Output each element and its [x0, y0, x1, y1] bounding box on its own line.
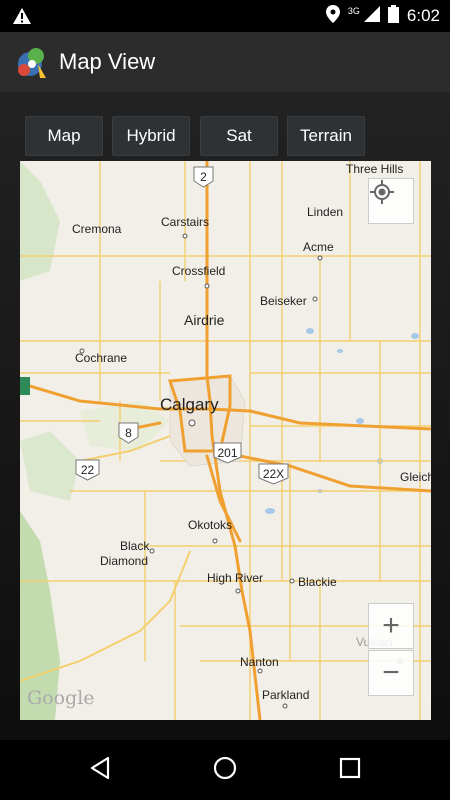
- map-view[interactable]: 2 8 22 201 22X Three Hills Linden Cremon…: [20, 161, 431, 720]
- highway-22x-label: 22X: [263, 467, 284, 481]
- highway-8-label: 8: [125, 426, 132, 440]
- app-logo-icon: [12, 42, 52, 87]
- place-parkland: Parkland: [262, 688, 310, 702]
- app-title: Map View: [59, 49, 156, 74]
- place-three-hills: Three Hills: [346, 162, 404, 176]
- navigation-bar: [0, 740, 450, 800]
- place-linden: Linden: [307, 205, 344, 219]
- hybrid-button[interactable]: Hybrid: [112, 116, 190, 156]
- terrain-button[interactable]: Terrain: [287, 116, 365, 156]
- my-location-button[interactable]: [368, 178, 414, 224]
- place-black-diamond-line1: Black: [120, 539, 150, 553]
- back-icon: [89, 756, 111, 785]
- place-okotoks: Okotoks: [188, 518, 233, 532]
- sat-button[interactable]: Sat: [200, 116, 278, 156]
- place-nanton: Nanton: [240, 655, 279, 669]
- place-calgary: Calgary: [160, 395, 219, 414]
- place-blackie: Blackie: [298, 575, 337, 589]
- place-crossfield: Crossfield: [172, 264, 226, 278]
- warning-icon: [12, 7, 32, 30]
- zoom-in-button[interactable]: +: [368, 603, 414, 649]
- place-black-diamond-line2: Diamond: [100, 554, 149, 568]
- recents-icon: [339, 757, 361, 784]
- action-bar: Map View: [0, 32, 450, 92]
- place-airdrie: Airdrie: [184, 312, 225, 328]
- signal-icon: [363, 5, 380, 27]
- zoom-out-button[interactable]: −: [368, 650, 414, 696]
- back-button[interactable]: [70, 750, 130, 790]
- recents-button[interactable]: [320, 750, 380, 790]
- place-beiseker: Beiseker: [260, 294, 307, 308]
- highway-shield-22: 22: [75, 459, 100, 481]
- home-button[interactable]: [195, 750, 255, 790]
- place-acme: Acme: [303, 240, 334, 254]
- home-icon: [213, 756, 237, 785]
- place-carstairs: Carstairs: [161, 215, 210, 229]
- status-time: 6:02: [406, 6, 440, 25]
- google-attribution: Google: [27, 687, 95, 709]
- highway-shield-22x: 22X: [258, 463, 289, 485]
- highway-2-label: 2: [200, 170, 207, 184]
- place-high-river: High River: [207, 571, 264, 585]
- place-cremona: Cremona: [72, 222, 122, 236]
- highway-22-label: 22: [81, 463, 95, 477]
- network-type: 3G: [347, 6, 360, 16]
- highway-201-label: 201: [217, 446, 237, 460]
- place-cochrane: Cochrane: [75, 351, 128, 365]
- highway-shield-2: 2: [193, 166, 214, 188]
- map-button[interactable]: Map: [25, 116, 103, 156]
- battery-icon: [387, 4, 399, 28]
- place-gleich: Gleich: [400, 470, 431, 484]
- status-bar: 3G 6:02: [0, 0, 450, 32]
- location-icon: [325, 4, 340, 28]
- trans-canada-marker: [20, 377, 30, 395]
